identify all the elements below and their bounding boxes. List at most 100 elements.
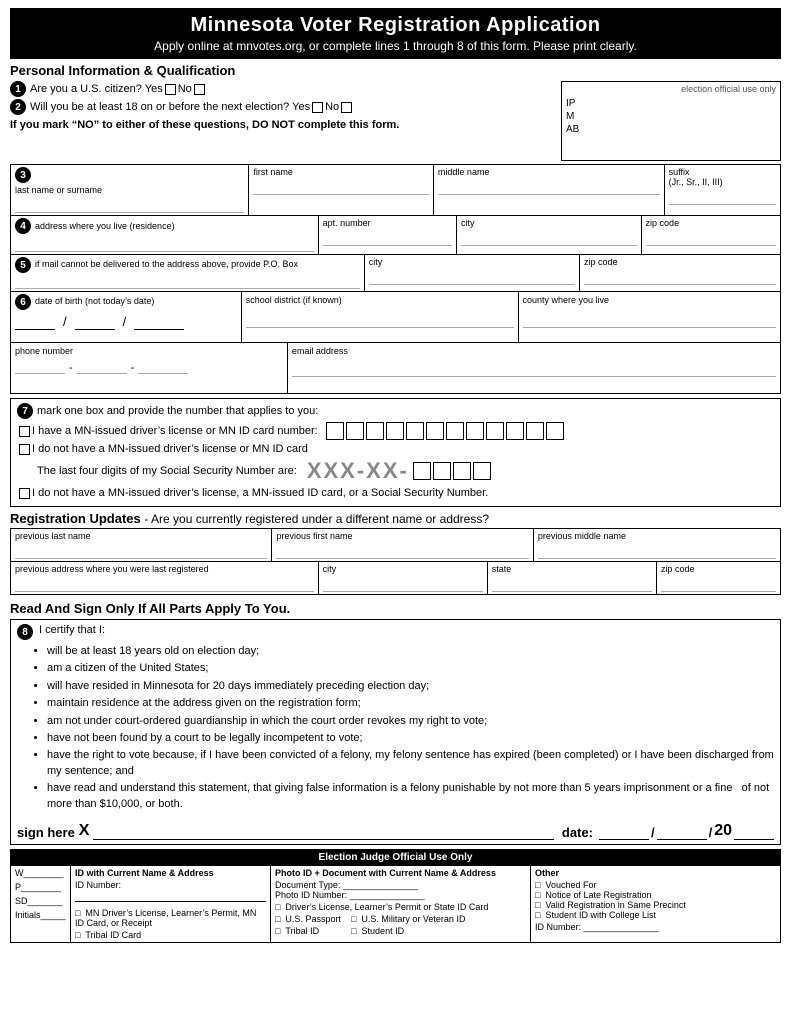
phone-number-input[interactable] — [138, 361, 188, 374]
suffix-input[interactable] — [669, 189, 776, 205]
ssn-box-4[interactable] — [473, 462, 491, 480]
phone-dash1: - — [69, 362, 73, 374]
phone-area-input[interactable] — [15, 361, 65, 374]
school-input[interactable] — [246, 312, 514, 328]
prev-address-cell: previous address where you were last reg… — [11, 562, 319, 594]
prev-middle-name-input[interactable] — [538, 543, 776, 559]
page-container: Minnesota Voter Registration Application… — [0, 0, 791, 951]
date-month-line[interactable] — [599, 820, 649, 840]
s7-option2b-row: The last four digits of my Social Securi… — [37, 458, 774, 484]
first-name-label: first name — [253, 167, 429, 177]
s7-opt3-checkbox[interactable] — [19, 488, 30, 499]
zip-input[interactable] — [646, 230, 776, 246]
page-subtitle: Apply online at mnvotes.org, or complete… — [14, 39, 777, 53]
id-box-3[interactable] — [366, 422, 384, 440]
s7-option3-row: I do not have a MN-issued driver’s licen… — [17, 487, 774, 499]
county-input[interactable] — [523, 312, 776, 328]
id-box-4[interactable] — [386, 422, 404, 440]
address-input[interactable] — [15, 236, 314, 252]
id-box-8[interactable] — [466, 422, 484, 440]
prev-state-input[interactable] — [492, 576, 652, 592]
prev-last-name-cell: previous last name — [11, 529, 272, 561]
last-name-input[interactable] — [15, 197, 244, 213]
certify-item-2: am a citizen of the United States; — [47, 661, 774, 676]
pobox-input[interactable] — [15, 273, 360, 289]
s7-opt2-checkbox[interactable] — [19, 444, 30, 455]
po-city-input[interactable] — [369, 269, 575, 285]
certify-item-8: have read and understand this statement,… — [47, 781, 774, 812]
election-official-m: M — [566, 111, 776, 122]
certify-num-row: 8 I certify that I: — [17, 624, 774, 640]
dob-label: date of birth (not today’s date) — [35, 296, 154, 306]
phone-label: phone number — [15, 346, 73, 356]
id-number-line — [75, 890, 266, 902]
dob-day-input[interactable] — [75, 314, 115, 330]
id-box-7[interactable] — [446, 422, 464, 440]
prev-first-name-cell: previous first name — [272, 529, 533, 561]
certify-item-6: have not been found by a court to be leg… — [47, 731, 774, 746]
photo-id-col: Photo ID + Document with Current Name & … — [271, 865, 531, 942]
id-box-10[interactable] — [506, 422, 524, 440]
warning-row: If you mark “NO” to either of these ques… — [10, 119, 557, 131]
city-input[interactable] — [461, 230, 637, 246]
dob-month-input[interactable] — [15, 314, 55, 330]
q1-no-checkbox[interactable] — [194, 84, 205, 95]
id-box-9[interactable] — [486, 422, 504, 440]
date-year-prefix: 20 — [714, 822, 732, 840]
id-box-1[interactable] — [326, 422, 344, 440]
certify-item-1: will be at least 18 years old on electio… — [47, 644, 774, 659]
date-day-line[interactable] — [657, 820, 707, 840]
middle-name-input[interactable] — [438, 179, 660, 195]
judge-initials: Initials_____ — [15, 910, 66, 920]
date-year-line[interactable] — [734, 820, 774, 840]
table-header-row: Election Judge Official Use Only — [11, 849, 781, 865]
s8-badge: 8 — [17, 624, 33, 640]
section-6-area: 6 date of birth (not today’s date) / / s… — [10, 292, 781, 394]
ssn-box-1[interactable] — [413, 462, 431, 480]
po-zip-input[interactable] — [584, 269, 776, 285]
first-name-input[interactable] — [253, 179, 429, 195]
s7-intro-text: mark one box and provide the number that… — [37, 405, 318, 417]
id-current-name-title: ID with Current Name & Address — [75, 868, 266, 878]
phone-dash2: - — [131, 362, 135, 374]
s6-badge: 6 — [15, 294, 31, 310]
question-1-row: 1 Are you a U.S. citizen? Yes No — [10, 81, 557, 97]
q1-no-label: No — [178, 83, 192, 95]
pobox-label: if mail cannot be delivered to the addre… — [35, 259, 298, 269]
certify-area: 8 I certify that I: will be at least 18 … — [10, 619, 781, 845]
ssn-box-3[interactable] — [453, 462, 471, 480]
apt-number-input[interactable] — [323, 230, 452, 246]
dob-year-input[interactable] — [134, 314, 184, 330]
date-part: date: / / 20 — [562, 820, 774, 840]
election-official-box: election official use only IP M AB — [561, 81, 781, 161]
student-college-option: □ Student ID with College List — [535, 910, 776, 920]
s7-badge: 7 — [17, 403, 33, 419]
q2-no-checkbox[interactable] — [341, 102, 352, 113]
prev-address-input[interactable] — [15, 576, 314, 592]
prev-city-input[interactable] — [323, 576, 483, 592]
q1-yes-checkbox[interactable] — [165, 84, 176, 95]
id-box-2[interactable] — [346, 422, 364, 440]
phone-exchange-input[interactable] — [77, 361, 127, 374]
q2-badge: 2 — [10, 99, 26, 115]
email-input[interactable] — [292, 361, 776, 377]
passport-military-row: □ U.S. Passport □ U.S. Military or Veter… — [275, 914, 526, 924]
signature-line[interactable] — [93, 820, 553, 840]
id-box-12[interactable] — [546, 422, 564, 440]
prev-zip-input[interactable] — [661, 576, 776, 592]
ssn-box-2[interactable] — [433, 462, 451, 480]
prev-first-name-input[interactable] — [276, 543, 528, 559]
id-box-5[interactable] — [406, 422, 424, 440]
judge-w: W________ — [15, 868, 66, 878]
s7-opt1-checkbox[interactable] — [19, 426, 30, 437]
id-box-6[interactable] — [426, 422, 444, 440]
q2-yes-checkbox[interactable] — [312, 102, 323, 113]
id-box-11[interactable] — [526, 422, 544, 440]
po-zip-label: zip code — [584, 257, 776, 267]
s3-badge: 3 — [15, 167, 31, 183]
prev-last-name-input[interactable] — [15, 543, 267, 559]
prev-name-row: previous last name previous first name p… — [10, 528, 781, 562]
q2-text: Will you be at least 18 on or before the… — [30, 101, 310, 113]
s7-opt2-text: I do not have a MN-issued driver’s licen… — [32, 443, 308, 455]
certify-intro: I certify that I: — [39, 624, 105, 636]
